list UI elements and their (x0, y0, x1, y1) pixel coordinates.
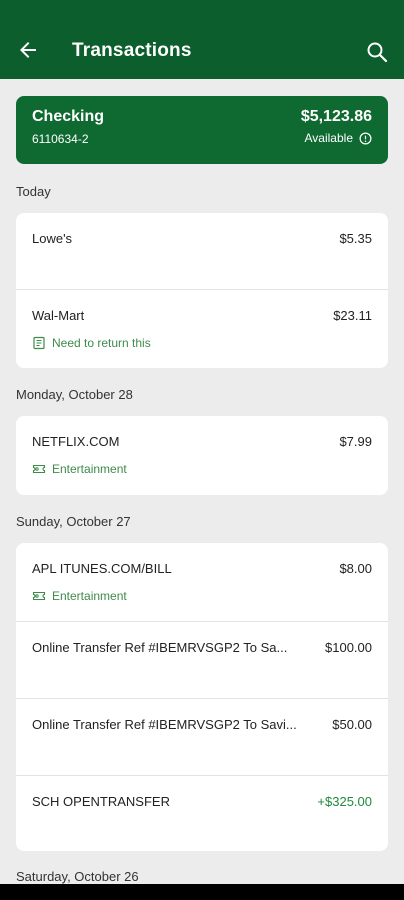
ticket-icon (32, 464, 46, 474)
transaction-row[interactable]: Online Transfer Ref #IBEMRVSGP2 To Sa...… (16, 621, 388, 698)
transaction-row[interactable]: APL ITUNES.COM/BILL $8.00 Entertainment (16, 543, 388, 621)
transaction-merchant: Lowe's (32, 231, 73, 246)
transaction-group: NETFLIX.COM $7.99 Entertainment (16, 416, 388, 495)
transaction-amount: $100.00 (325, 640, 372, 655)
transaction-merchant: SCH OPENTRANSFER (32, 794, 170, 809)
search-icon[interactable] (365, 40, 389, 64)
transaction-row[interactable]: Lowe's $5.35 (16, 213, 388, 289)
date-header: Today (16, 184, 51, 199)
transaction-category-text: Entertainment (52, 589, 127, 603)
transaction-category: Entertainment (32, 462, 127, 476)
transaction-row[interactable]: NETFLIX.COM $7.99 Entertainment (16, 416, 388, 495)
transaction-merchant: Online Transfer Ref #IBEMRVSGP2 To Sa... (32, 640, 288, 655)
date-header: Sunday, October 27 (16, 514, 131, 529)
date-header: Saturday, October 26 (16, 869, 139, 884)
date-header: Monday, October 28 (16, 387, 133, 402)
app-bar: Transactions (0, 0, 404, 79)
arrow-left-icon[interactable] (16, 38, 40, 62)
transaction-row[interactable]: Wal-Mart $23.11 Need to return this (16, 289, 388, 368)
note-icon (33, 336, 45, 350)
account-number: 6110634-2 (32, 132, 89, 146)
transaction-merchant: Wal-Mart (32, 308, 85, 323)
account-balance: $5,123.86 (300, 108, 372, 125)
transaction-amount: $50.00 (332, 717, 372, 732)
transaction-row[interactable]: SCH OPENTRANSFER +$325.00 (16, 775, 388, 851)
transaction-amount: $23.11 (333, 308, 372, 323)
transaction-merchant: Online Transfer Ref #IBEMRVSGP2 To Savi.… (32, 717, 297, 732)
transaction-category: Entertainment (32, 589, 127, 603)
transaction-group: APL ITUNES.COM/BILL $8.00 Entertainment … (16, 543, 388, 851)
transaction-amount: $7.99 (339, 434, 372, 449)
account-name: Checking (32, 108, 105, 125)
info-icon[interactable] (359, 132, 372, 145)
system-navigation-bar (0, 884, 404, 900)
transaction-amount: $5.35 (339, 231, 372, 246)
available-label: Available (304, 131, 353, 145)
transaction-amount: +$325.00 (317, 794, 372, 809)
page-title: Transactions (72, 40, 192, 61)
transaction-note-text: Need to return this (52, 336, 151, 350)
account-summary-card[interactable]: Checking 6110634-2 $5,123.86 Available (16, 96, 388, 164)
transaction-merchant: APL ITUNES.COM/BILL (32, 561, 172, 576)
transaction-merchant: NETFLIX.COM (32, 434, 120, 449)
transaction-note: Need to return this (32, 336, 151, 350)
transaction-group: Lowe's $5.35 Wal-Mart $23.11 Need to ret… (16, 213, 388, 368)
transaction-row[interactable]: Online Transfer Ref #IBEMRVSGP2 To Savi.… (16, 698, 388, 775)
ticket-icon (32, 591, 46, 601)
transaction-category-text: Entertainment (52, 462, 127, 476)
available-label-group: Available (305, 131, 372, 145)
transaction-amount: $8.00 (339, 561, 372, 576)
